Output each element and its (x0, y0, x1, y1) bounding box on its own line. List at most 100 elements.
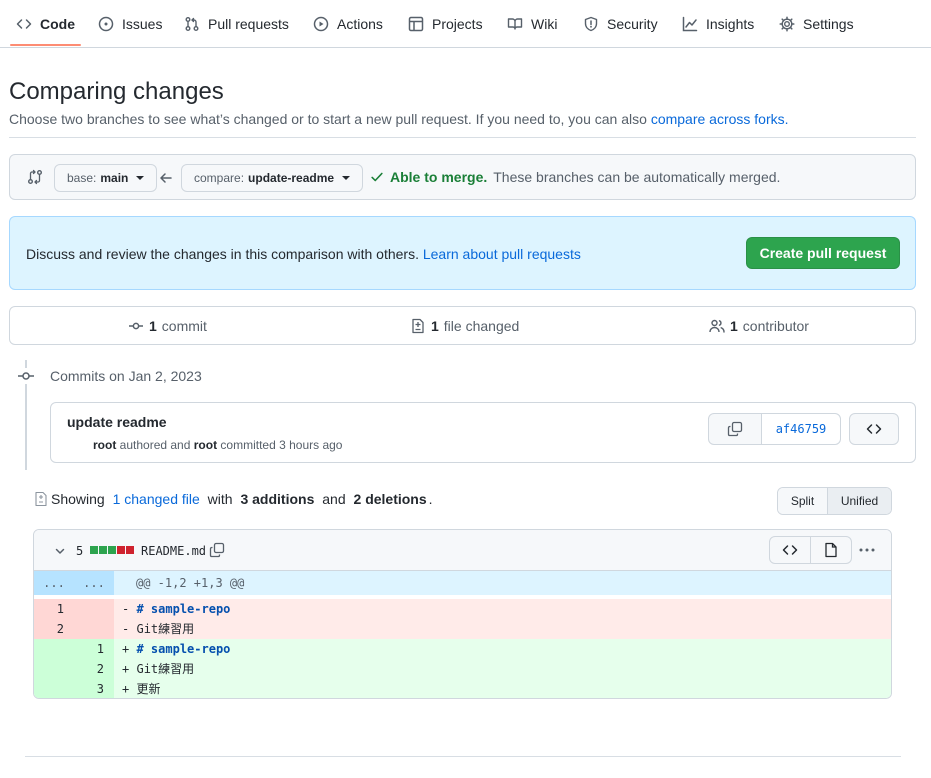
deletions-count: 2 deletions (353, 491, 427, 507)
gear-icon (779, 16, 795, 32)
diff-view-toggle: Split Unified (777, 487, 892, 515)
expand-down-button[interactable]: ... (74, 571, 114, 591)
compare-branch-name: update-readme (248, 171, 335, 185)
changed-files-link[interactable]: 1 changed file (113, 491, 200, 507)
compare-summary: 1 commit 1 file changed 1 contributor (9, 306, 916, 345)
flash-message: Discuss and review the changes in this c… (26, 246, 581, 262)
compare-branch-select[interactable]: compare: update-readme (181, 164, 364, 192)
file-header: 5 README.md (34, 530, 891, 571)
commit-meta: root authored and root committed 3 hours… (93, 438, 342, 452)
learn-about-pull-requests-link[interactable]: Learn about pull requests (423, 246, 581, 262)
browse-files-button[interactable] (849, 413, 899, 445)
arrow-left-icon (160, 173, 172, 183)
hunk-header-row: ... ... @@ -1,2 +1,3 @@ (34, 571, 891, 595)
new-line-number[interactable]: 3 (64, 679, 104, 698)
commits-date-heading: Commits on Jan 2, 2023 (50, 368, 202, 384)
diffstat-block-add (108, 546, 116, 554)
diff-text: Git練習用 (136, 662, 195, 676)
commits-count[interactable]: 1 commit (128, 318, 207, 334)
diff-text: 更新 (136, 682, 161, 696)
diff-text: Git練習用 (136, 622, 195, 636)
copy-icon[interactable] (209, 542, 225, 558)
copy-sha-button[interactable] (709, 414, 762, 444)
tab-label: Insights (706, 16, 755, 32)
people-icon (709, 319, 725, 333)
with-text: with (207, 491, 233, 507)
merge-status-note: These branches can be automatically merg… (493, 169, 781, 185)
files-label: file changed (443, 318, 520, 334)
showing-text: Showing (51, 491, 105, 507)
graph-icon (682, 16, 698, 32)
tab-issues[interactable]: Issues (98, 0, 162, 48)
compare-arrows-icon (28, 169, 42, 185)
merge-status: Able to merge. These branches can be aut… (370, 169, 780, 185)
code-icon (16, 19, 32, 29)
tab-security[interactable]: Security (583, 0, 658, 48)
file-view-buttons (769, 536, 852, 564)
old-line-number[interactable]: 2 (34, 619, 64, 639)
tab-insights[interactable]: Insights (682, 0, 754, 48)
contributors-label: contributor (742, 318, 809, 334)
unified-view-button[interactable]: Unified (828, 488, 891, 514)
display-source-button[interactable] (770, 537, 811, 563)
expand-up-button[interactable]: ... (34, 571, 74, 591)
commits-number: 1 (149, 318, 157, 334)
diff-line-code: - # sample-repo (122, 599, 891, 619)
diff-line-added: 3 + 更新 (34, 679, 891, 698)
tab-label: Actions (337, 16, 383, 32)
hunk-header: @@ -1,2 +1,3 @@ (136, 576, 245, 590)
tab-label: Issues (122, 16, 163, 32)
split-view-button[interactable]: Split (778, 488, 828, 514)
divider (25, 756, 901, 757)
commit-title-link[interactable]: update readme (67, 414, 167, 430)
tab-settings[interactable]: Settings (779, 0, 854, 48)
range-editor: base: main compare: update-readme Able t… (9, 154, 916, 200)
diff-line-added: 2 + Git練習用 (34, 659, 891, 679)
create-pull-request-button[interactable]: Create pull request (746, 237, 900, 269)
tab-projects[interactable]: Projects (408, 0, 483, 48)
additions-count: 3 additions (240, 491, 315, 507)
new-line-number[interactable]: 2 (64, 659, 104, 679)
period-text: . (428, 491, 433, 507)
diffstat-block-add (99, 546, 107, 554)
file-change-count: 5 (76, 544, 84, 558)
page-subtitle: Choose two branches to see what’s change… (9, 111, 789, 127)
tab-code[interactable]: Code (16, 0, 75, 48)
base-branch-name: main (100, 171, 129, 185)
base-branch-select[interactable]: base: main (54, 164, 158, 192)
tab-pull-requests[interactable]: Pull requests (184, 0, 289, 48)
tab-label: Security (607, 16, 658, 32)
files-changed-count[interactable]: 1 file changed (410, 318, 519, 334)
compare-across-forks-link[interactable]: compare across forks. (651, 111, 789, 127)
commit-author[interactable]: root (93, 438, 116, 452)
diff-line-deleted: 2 - Git練習用 (34, 619, 891, 639)
diffstat-block-del (117, 546, 125, 554)
new-line-number[interactable]: 1 (64, 639, 104, 659)
commits-label: commit (161, 318, 207, 334)
repo-nav: Code Issues Pull requests Actions Projec… (0, 0, 931, 48)
and-text: and (322, 491, 346, 507)
chevron-down-icon[interactable] (54, 545, 66, 557)
commit-committer[interactable]: root (194, 438, 217, 452)
diff-line-code: + Git練習用 (122, 659, 891, 679)
diffstat-block-add (90, 546, 98, 554)
tab-label: Code (40, 16, 75, 32)
diff-line-code: - Git練習用 (122, 619, 891, 639)
active-tab-indicator (10, 44, 81, 46)
caret-down-icon (342, 176, 351, 180)
tab-wiki[interactable]: Wiki (507, 0, 557, 48)
tab-actions[interactable]: Actions (313, 0, 383, 48)
file-icon (825, 542, 837, 558)
commit-node-icon (18, 368, 34, 384)
page-title: Comparing changes (9, 78, 224, 105)
diff-sign: - (122, 622, 130, 636)
diff-line-code: + 更新 (122, 679, 891, 698)
file-name-link[interactable]: README.md (141, 544, 206, 558)
view-file-button[interactable] (811, 537, 851, 563)
diff-sign: + (122, 662, 130, 676)
commit-sha-group: af46759 (708, 413, 841, 445)
old-line-number[interactable]: 1 (34, 599, 64, 619)
kebab-horizontal-icon[interactable] (858, 541, 876, 559)
contributors-count[interactable]: 1 contributor (709, 318, 809, 334)
commit-sha-link[interactable]: af46759 (762, 414, 840, 444)
